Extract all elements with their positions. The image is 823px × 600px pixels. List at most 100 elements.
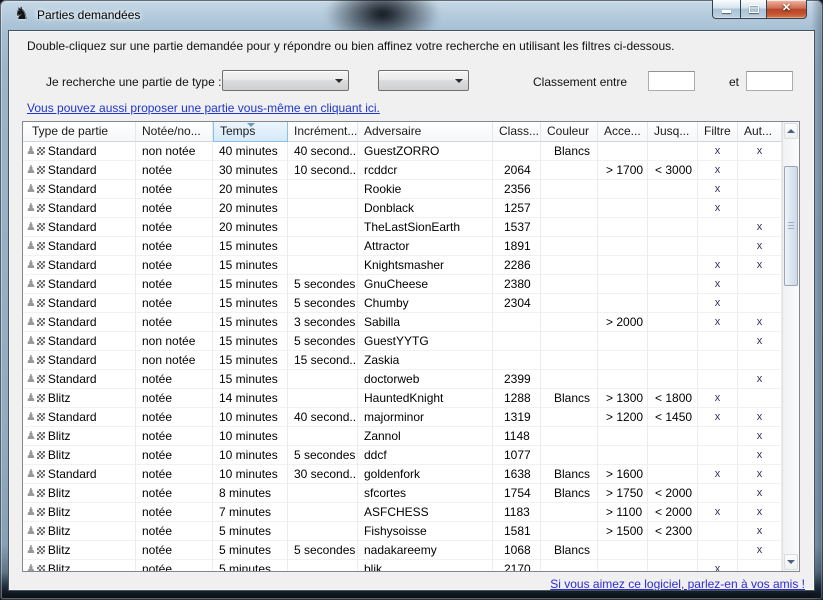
cell-increment [288,218,358,237]
cell-accepte [598,541,648,560]
cell-adversaire: goldenfork [358,465,493,484]
table-row[interactable]: ♟Standardnotée10 minutes40 second...majo… [23,408,782,427]
pawn-icon: ♟ [26,241,45,252]
cell-jusqua [648,199,698,218]
cell-jusqua [648,256,698,275]
table-row[interactable]: ♟Standardnon notée15 minutes15 second...… [23,351,782,370]
table-row[interactable]: ♟Standardnotée20 minutesDonblack1257x [23,199,782,218]
cell-adversaire: Fishysoisse [358,522,493,541]
window-titlebar[interactable]: ♞ Parties demandées [0,0,823,30]
table-row[interactable]: ♟Blitznotée7 minutesASFCHESS1183> 1100< … [23,503,782,522]
scroll-up-button[interactable] [784,123,798,139]
cell-adversaire: GnuCheese [358,275,493,294]
table-row[interactable]: ♟Blitznotée5 minutesFishysoisse1581> 150… [23,522,782,541]
table-row[interactable]: ♟Standardnon notée40 minutes40 second...… [23,142,782,161]
cell-adversaire: GuestYYTG [358,332,493,351]
table-row[interactable]: ♟Standardnotée10 minutes30 second...gold… [23,465,782,484]
game-subtype-select[interactable] [378,70,469,91]
cell-classement [493,332,541,351]
scroll-thumb[interactable] [784,166,798,286]
cell-adversaire: TheLastSionEarth [358,218,493,237]
table-row[interactable]: ♟Blitznotée10 minutesZannol1148x [23,427,782,446]
table-row[interactable]: ♟Standardnotée15 minutes5 secondesChumby… [23,294,782,313]
scroll-down-button[interactable] [784,554,798,570]
table-row[interactable]: ♟Standardnotée20 minutesRookie2356x [23,180,782,199]
game-type-text: Standard [48,275,97,293]
cell-jusqua [648,313,698,332]
cell-jusqua [648,180,698,199]
table-row[interactable]: ♟Standardnon notée15 minutes5 secondesGu… [23,332,782,351]
cell-aut [738,275,782,294]
cell-notee: non notée [136,332,213,351]
game-type-text: Standard [48,332,97,350]
cell-jusqua [648,294,698,313]
table-row[interactable]: ♟Blitznotée5 minutes5 secondesnadakareem… [23,541,782,560]
cell-classement: 1319 [493,408,541,427]
cell-filtre [698,332,738,351]
cell-filtre: x [698,503,738,522]
cell-temps: 15 minutes [213,256,288,275]
cell-increment: 3 secondes [288,313,358,332]
column-header[interactable]: Incrément... [288,122,358,142]
cell-classement [493,142,541,161]
cell-jusqua [648,541,698,560]
cell-accepte [598,370,648,389]
table-row[interactable]: ♟Standardnotée15 minutes5 secondesGnuChe… [23,275,782,294]
cell-classement: 2286 [493,256,541,275]
table-row[interactable]: ♟Blitznotée8 minutessfcortes1754Blancs> … [23,484,782,503]
cell-type: ♟Standard [23,370,136,389]
column-header[interactable]: Jusq... [648,122,698,142]
game-type-text: Blitz [48,560,71,571]
rating-min-input[interactable] [648,71,695,91]
cell-accepte [598,294,648,313]
column-header[interactable]: Temps [213,122,288,142]
table-row[interactable]: ♟Standardnotée20 minutesTheLastSionEarth… [23,218,782,237]
game-type-select[interactable] [222,70,349,91]
pawn-icon: ♟ [26,222,45,233]
cell-classement: 1581 [493,522,541,541]
column-header[interactable]: Type de partie [23,122,136,142]
table-row[interactable]: ♟Standardnotée15 minutesdoctorweb2399x [23,370,782,389]
table-row[interactable]: ♟Standardnotée15 minutes3 secondesSabill… [23,313,782,332]
column-header[interactable]: Adversaire [358,122,493,142]
table-row[interactable]: ♟Standardnotée15 minutesKnightsmasher228… [23,256,782,275]
cell-filtre: x [698,313,738,332]
table-row[interactable]: ♟Standardnotée15 minutesAttractor1891x [23,237,782,256]
column-header[interactable]: Class... [493,122,541,142]
cell-accepte [598,256,648,275]
cell-jusqua [648,370,698,389]
close-button[interactable]: ✕ [766,0,807,19]
cell-increment: 5 secondes [288,275,358,294]
share-link[interactable]: Si vous aimez ce logiciel, parlez-en à v… [550,577,805,591]
column-header[interactable]: Aut... [738,122,782,142]
column-header[interactable]: Acce... [598,122,648,142]
cell-couleur [541,370,598,389]
column-header[interactable]: Couleur [541,122,598,142]
rating-max-input[interactable] [746,71,793,91]
table-row[interactable]: ♟Blitznotée5 minutesblik2170x [23,560,782,571]
cell-filtre: x [698,256,738,275]
cell-classement: 2356 [493,180,541,199]
cell-increment [288,370,358,389]
propose-game-link[interactable]: Vous pouvez aussi proposer une partie vo… [27,101,380,115]
cell-notee: notée [136,560,213,571]
table-row[interactable]: ♟Blitznotée14 minutesHauntedKnight1288Bl… [23,389,782,408]
cell-increment [288,237,358,256]
cell-increment: 15 second... [288,351,358,370]
cell-temps: 15 minutes [213,237,288,256]
pawn-icon: ♟ [26,146,45,157]
column-header[interactable]: Filtre [698,122,738,142]
cell-accepte [598,275,648,294]
cell-aut: x [738,313,782,332]
table-row[interactable]: ♟Blitznotée10 minutes5 secondesddcf1077x [23,446,782,465]
cell-filtre [698,522,738,541]
column-header[interactable]: Notée/no... [136,122,213,142]
vertical-scrollbar[interactable] [782,122,799,571]
table-row[interactable]: ♟Standardnotée30 minutes10 second...rcdd… [23,161,782,180]
cell-classement: 1068 [493,541,541,560]
minimize-button[interactable] [712,0,741,19]
cell-adversaire: Donblack [358,199,493,218]
cell-adversaire: GuestZORRO [358,142,493,161]
maximize-button[interactable] [740,0,767,19]
cell-temps: 8 minutes [213,484,288,503]
